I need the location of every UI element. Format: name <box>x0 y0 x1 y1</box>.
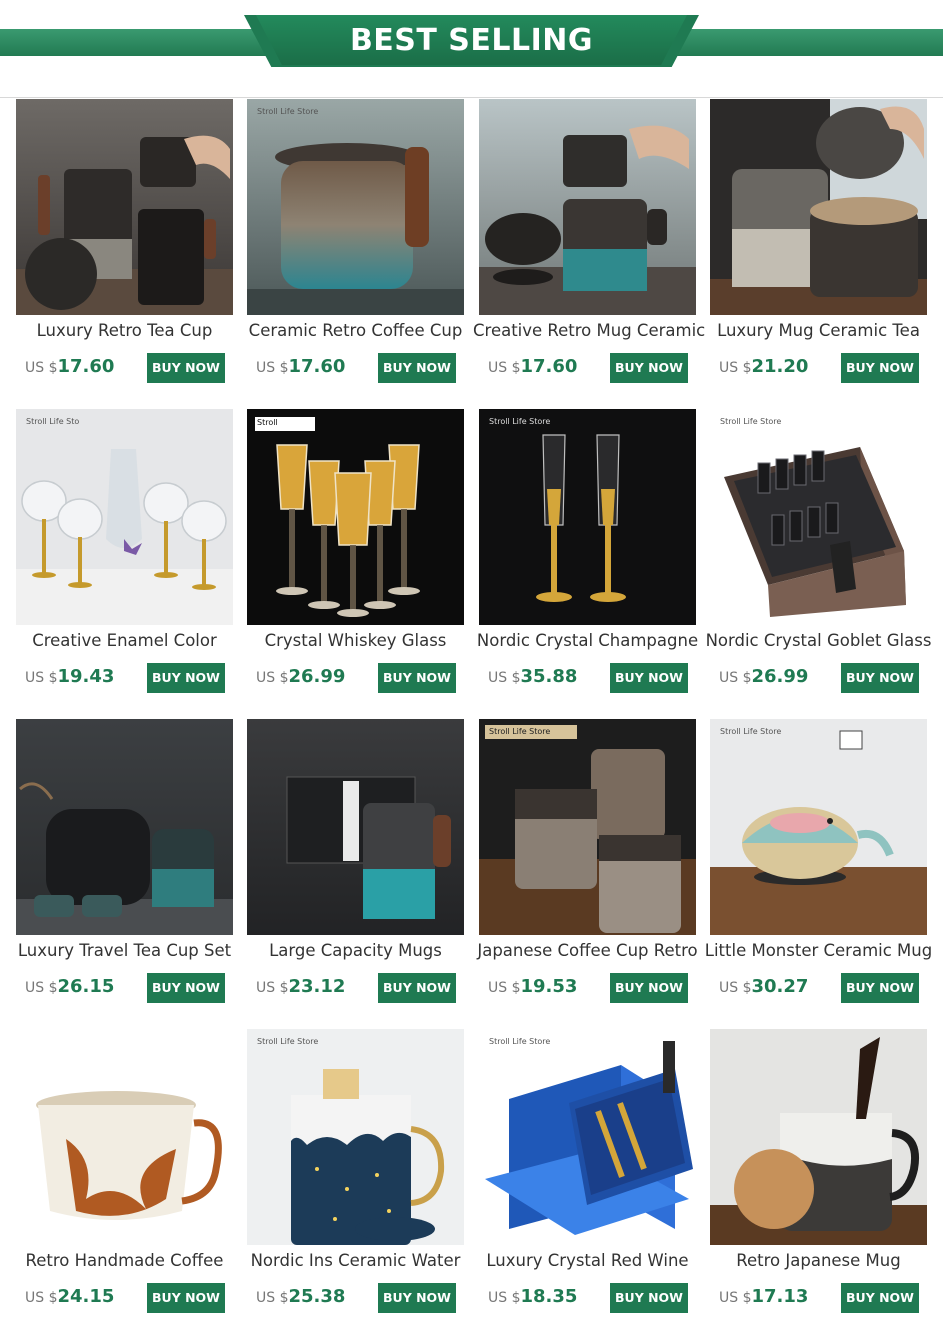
product-image[interactable] <box>710 99 927 315</box>
product-image[interactable] <box>479 99 696 315</box>
product-title[interactable]: Large Capacity Mugs <box>241 941 470 960</box>
product-title[interactable]: Ceramic Retro Coffee Cup <box>241 321 470 340</box>
product-image[interactable]: Stroll Life Store <box>479 1029 696 1245</box>
store-watermark: Stroll Life Store <box>720 727 782 736</box>
product-price: US $19.43 <box>25 666 115 687</box>
product-title[interactable]: Nordic Crystal Goblet Glass <box>704 631 933 650</box>
product-title[interactable]: Luxury Mug Ceramic Tea <box>704 321 933 340</box>
product-title[interactable]: Creative Enamel Color <box>10 631 239 650</box>
buy-now-button[interactable]: BUY NOW <box>610 1283 688 1313</box>
product-title[interactable]: Little Monster Ceramic Mug <box>704 941 933 960</box>
product-image[interactable] <box>16 99 233 315</box>
buy-now-button[interactable]: BUY NOW <box>147 1283 225 1313</box>
buy-now-button[interactable]: BUY NOW <box>147 973 225 1003</box>
product-title[interactable]: Creative Retro Mug Ceramic <box>473 321 705 340</box>
store-watermark: Stroll Life Sto <box>26 417 80 426</box>
product-card[interactable]: Stroll Life Store Nordic Ins Ceramic Wat… <box>247 1029 464 1324</box>
product-card[interactable]: Stroll Life Store Ceramic Retro Coffee C… <box>247 99 464 399</box>
product-image[interactable]: Stroll Life Sto <box>16 409 233 625</box>
product-image[interactable]: Stroll Life Store <box>710 409 927 625</box>
product-card[interactable]: Luxury Travel Tea Cup Set US $26.15 BUY … <box>16 719 233 1019</box>
product-title[interactable]: Retro Japanese Mug <box>704 1251 933 1270</box>
product-title[interactable]: Luxury Retro Tea Cup <box>10 321 239 340</box>
buy-now-button[interactable]: BUY NOW <box>147 663 225 693</box>
store-watermark: Stroll Life Store <box>257 1037 319 1046</box>
product-image[interactable]: Stroll Life Store <box>710 719 927 935</box>
buy-now-button[interactable]: BUY NOW <box>841 973 919 1003</box>
product-card[interactable]: Luxury Retro Tea Cup US $17.60 BUY NOW <box>16 99 233 399</box>
best-selling-page: BEST SELLING Luxury Retro Tea Cup US $17… <box>0 0 943 1324</box>
product-title[interactable]: Japanese Coffee Cup Retro <box>473 941 702 960</box>
banner: BEST SELLING <box>0 0 943 98</box>
store-watermark: Stroll Life Store <box>489 727 551 736</box>
product-image[interactable]: Stroll Life Store <box>479 409 696 625</box>
product-price: US $26.99 <box>719 666 809 687</box>
product-image[interactable] <box>16 1029 233 1245</box>
buy-now-button[interactable]: BUY NOW <box>610 353 688 383</box>
product-image[interactable]: Stroll Life Store <box>247 1029 464 1245</box>
product-title[interactable]: Crystal Whiskey Glass <box>241 631 470 650</box>
store-watermark: Stroll Life Store <box>720 417 782 426</box>
buy-now-button[interactable]: BUY NOW <box>841 663 919 693</box>
product-price: US $21.20 <box>719 356 809 377</box>
product-image[interactable]: Stroll <box>247 409 464 625</box>
product-image[interactable] <box>247 719 464 935</box>
product-price: US $17.60 <box>256 356 346 377</box>
product-title[interactable]: Nordic Crystal Champagne <box>473 631 702 650</box>
product-card[interactable]: Stroll Life Store Japanese Coffee Cup Re… <box>477 719 698 1019</box>
buy-now-button[interactable]: BUY NOW <box>610 663 688 693</box>
product-card[interactable]: Stroll Life Store Little Monster Ceramic… <box>705 719 932 1019</box>
banner-title: BEST SELLING <box>349 23 594 58</box>
product-image[interactable] <box>710 1029 927 1245</box>
product-card[interactable]: Stroll Life Store Luxury Crystal Red Win… <box>479 1029 696 1324</box>
product-price: US $35.88 <box>488 666 578 687</box>
store-watermark: Stroll Life Store <box>489 417 551 426</box>
product-card[interactable]: Stroll Life Store Nordic Crystal Goblet … <box>706 409 931 709</box>
product-price: US $30.27 <box>719 976 809 997</box>
store-watermark: Stroll <box>257 418 278 427</box>
product-card[interactable]: Retro Japanese Mug US $17.13 BUY NOW <box>710 1029 927 1324</box>
product-price: US $17.60 <box>25 356 115 377</box>
buy-now-button[interactable]: BUY NOW <box>147 353 225 383</box>
product-image[interactable]: Stroll Life Store <box>247 99 464 315</box>
store-watermark: Stroll Life Store <box>257 107 319 116</box>
buy-now-button[interactable]: BUY NOW <box>841 353 919 383</box>
product-price: US $18.35 <box>488 1286 578 1307</box>
buy-now-button[interactable]: BUY NOW <box>841 1283 919 1313</box>
product-card[interactable]: Luxury Mug Ceramic Tea US $21.20 BUY NOW <box>710 99 927 399</box>
product-image[interactable] <box>16 719 233 935</box>
product-price: US $25.38 <box>256 1286 346 1307</box>
product-price: US $23.12 <box>256 976 346 997</box>
product-price: US $19.53 <box>488 976 578 997</box>
product-price: US $17.60 <box>488 356 578 377</box>
product-card[interactable]: Creative Retro Mug Ceramic US $17.60 BUY… <box>473 99 705 399</box>
product-title[interactable]: Luxury Crystal Red Wine <box>473 1251 702 1270</box>
product-card[interactable]: Large Capacity Mugs US $23.12 BUY NOW <box>247 719 464 1019</box>
product-title[interactable]: Luxury Travel Tea Cup Set <box>10 941 239 960</box>
product-card[interactable]: Stroll Crystal Whiskey Glass US $26.99 B… <box>247 409 464 709</box>
product-title[interactable]: Nordic Ins Ceramic Water <box>241 1251 470 1270</box>
store-watermark: Stroll Life Store <box>489 1037 551 1046</box>
buy-now-button[interactable]: BUY NOW <box>378 1283 456 1313</box>
product-card[interactable]: Stroll Life Store Nordic Crystal Champag… <box>477 409 698 709</box>
buy-now-button[interactable]: BUY NOW <box>378 663 456 693</box>
product-card[interactable]: Retro Handmade Coffee US $24.15 BUY NOW <box>16 1029 233 1324</box>
product-price: US $17.13 <box>719 1286 809 1307</box>
buy-now-button[interactable]: BUY NOW <box>610 973 688 1003</box>
product-title[interactable]: Retro Handmade Coffee <box>10 1251 239 1270</box>
product-price: US $24.15 <box>25 1286 115 1307</box>
product-image[interactable]: Stroll Life Store <box>479 719 696 935</box>
product-price: US $26.99 <box>256 666 346 687</box>
buy-now-button[interactable]: BUY NOW <box>378 973 456 1003</box>
buy-now-button[interactable]: BUY NOW <box>378 353 456 383</box>
product-card[interactable]: Stroll Life Sto Creative Enamel Color US… <box>16 409 233 709</box>
product-price: US $26.15 <box>25 976 115 997</box>
